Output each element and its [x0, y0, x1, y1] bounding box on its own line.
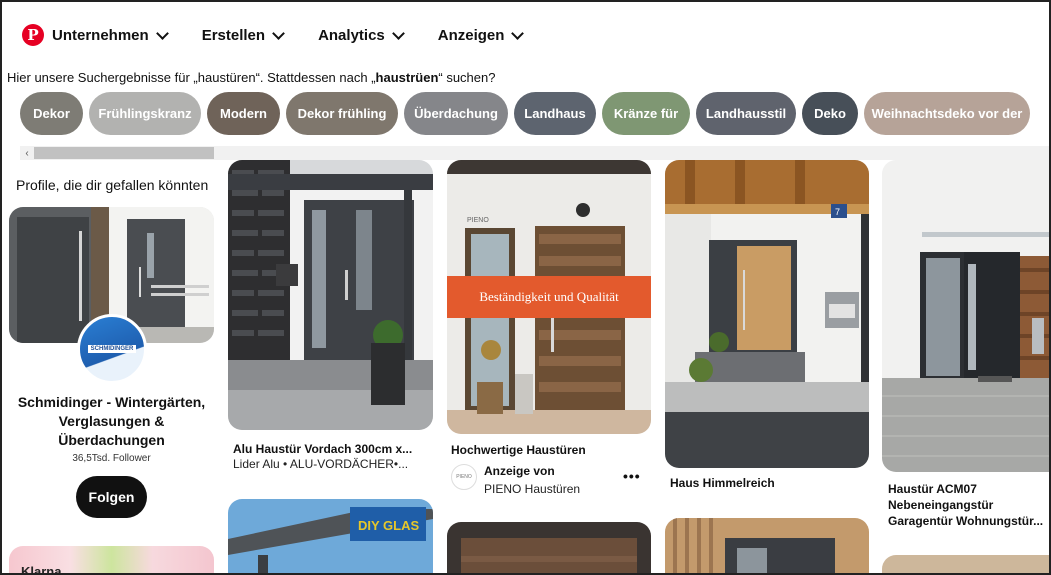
brand-mark: PIENO — [467, 217, 489, 224]
chip-fruehlingskranz[interactable]: Frühlingskranz — [89, 92, 201, 135]
door-photo — [447, 522, 651, 573]
scroll-left-icon[interactable]: ‹ — [20, 146, 34, 160]
top-nav: P Unternehmen Erstellen Analytics Anzeig… — [22, 22, 557, 48]
chevron-down-icon — [392, 29, 404, 41]
chip-dekor-fruehling[interactable]: Dekor frühling — [286, 92, 398, 135]
chip-kraenze-fuer[interactable]: Kränze für — [602, 92, 690, 135]
pin-image-hochwertige-haustueren[interactable]: PIENO Beständigkeit und Qualität — [447, 160, 651, 434]
pin-image-alu-haustuer[interactable] — [228, 160, 433, 430]
chip-modern[interactable]: Modern — [207, 92, 280, 135]
chip-landhausstil[interactable]: Landhausstil — [696, 92, 796, 135]
chip-dekor[interactable]: Dekor — [20, 92, 83, 135]
suggested-query-link[interactable]: haustrüen — [376, 70, 439, 85]
nav-analytics[interactable]: Analytics — [318, 27, 404, 44]
door-photo — [665, 518, 869, 573]
pin-title[interactable]: Alu Haustür Vordach 300cm x... — [233, 441, 433, 457]
profile-name[interactable]: Schmidinger - Wintergärten, Verglasungen… — [10, 393, 213, 450]
diy-glas-logo: DIY GLAS — [358, 518, 419, 533]
chip-weihnachtsdeko[interactable]: Weihnachtsdeko vor der — [864, 92, 1030, 135]
profile-followers: 36,5Tsd. Follower — [72, 453, 151, 464]
profiles-heading: Profile, die dir gefallen könnten — [16, 177, 209, 193]
pin-image-partial[interactable] — [882, 555, 1049, 573]
pin-title[interactable]: Haus Himmelreich — [670, 475, 865, 491]
door-photo — [228, 160, 433, 430]
next-profile-card[interactable]: Klarna — [9, 546, 214, 575]
nav-erstellen[interactable]: Erstellen — [202, 27, 284, 44]
browser-frame: P Unternehmen Erstellen Analytics Anzeig… — [0, 0, 1051, 575]
ad-label: Anzeige von — [484, 464, 555, 478]
advertiser-name[interactable]: PIENO Haustüren — [484, 482, 580, 496]
house-number: 7 — [835, 207, 840, 217]
door-photo — [882, 555, 1049, 573]
pin-title[interactable]: Hochwertige Haustüren — [451, 442, 651, 458]
pin-image-diy-glas[interactable]: DIY GLAS — [228, 499, 433, 573]
next-profile-name: Klarna — [21, 564, 62, 575]
chips-scrollbar[interactable]: ‹ — [20, 146, 1049, 160]
nav-anzeigen[interactable]: Anzeigen — [438, 27, 524, 44]
door-photo: 7 — [665, 160, 869, 468]
chevron-down-icon — [511, 29, 523, 41]
chevron-down-icon — [272, 29, 284, 41]
pin-image-haus-himmelreich[interactable]: 7 — [665, 160, 869, 468]
profile-avatar[interactable]: SCHMIDINGER — [77, 314, 147, 384]
nav-unternehmen[interactable]: Unternehmen — [52, 27, 168, 44]
door-photo — [882, 160, 1049, 472]
search-suggestion: Hier unsere Suchergebnisse für „haustüre… — [7, 70, 496, 85]
chip-ueberdachung[interactable]: Überdachung — [404, 92, 508, 135]
canopy-photo: DIY GLAS — [228, 499, 433, 573]
more-options-icon[interactable]: ••• — [623, 468, 641, 484]
follow-button[interactable]: Folgen — [76, 476, 147, 518]
filter-chips: Dekor Frühlingskranz Modern Dekor frühli… — [20, 92, 1030, 135]
pin-overlay-text: Beständigkeit und Qualität — [447, 276, 651, 318]
advertiser-avatar[interactable]: PIENO — [451, 464, 477, 490]
scrollbar-thumb[interactable] — [34, 147, 214, 159]
pinterest-logo-icon[interactable]: P — [22, 24, 44, 46]
chip-landhaus[interactable]: Landhaus — [514, 92, 596, 135]
chevron-down-icon — [156, 29, 168, 41]
pin-subtitle[interactable]: Lider Alu • ALU-VORDÄCHER•... — [233, 457, 433, 471]
pin-image-slat-facade[interactable] — [665, 518, 869, 573]
chip-deko[interactable]: Deko — [802, 92, 858, 135]
pin-image-wood-door[interactable] — [447, 522, 651, 573]
pin-title[interactable]: Haustür ACM07 Nebeneingangstür Garagentü… — [888, 481, 1049, 529]
pin-image-haustuer-acm07[interactable] — [882, 160, 1049, 472]
